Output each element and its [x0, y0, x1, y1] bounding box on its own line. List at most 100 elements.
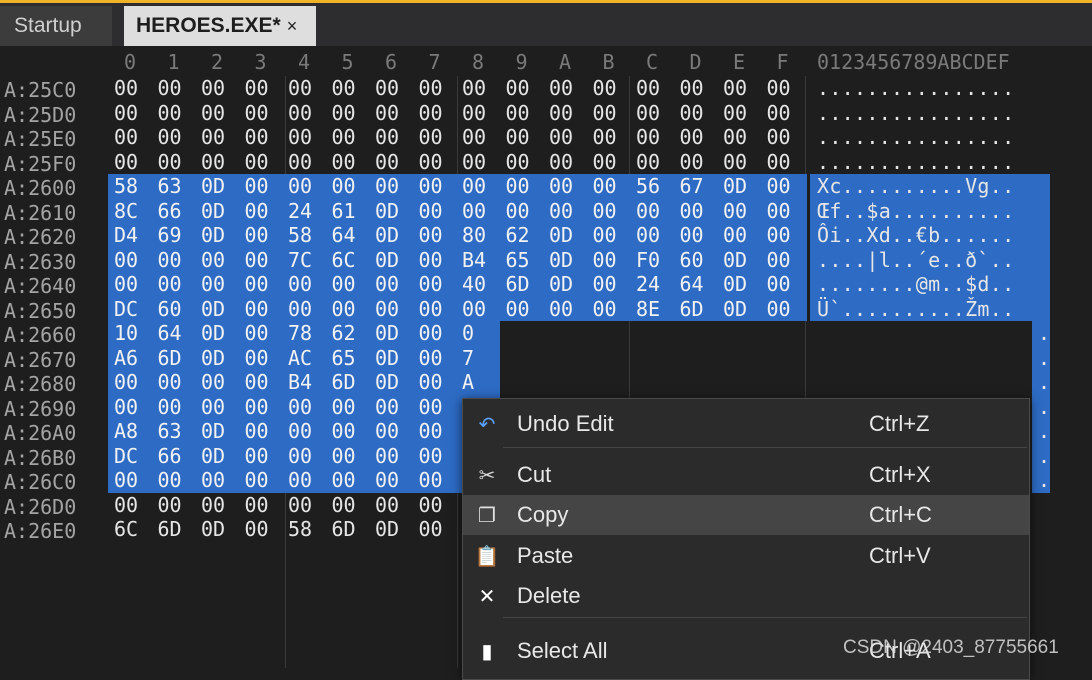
hex-byte[interactable]: 00: [325, 394, 370, 419]
hex-byte[interactable]: 00: [325, 419, 370, 444]
hex-byte[interactable]: 58: [282, 223, 326, 248]
hex-byte[interactable]: F0: [630, 247, 674, 272]
hex-byte[interactable]: 00: [500, 101, 544, 126]
hex-byte[interactable]: 0D: [195, 443, 239, 468]
hex-byte[interactable]: 0D: [195, 198, 239, 223]
hex-byte[interactable]: 00: [282, 296, 326, 321]
hex-byte[interactable]: 00: [413, 125, 457, 150]
hex-byte[interactable]: 00: [152, 125, 196, 150]
hex-byte[interactable]: 00: [108, 394, 152, 419]
hex-byte[interactable]: 0D: [195, 296, 239, 321]
hex-byte[interactable]: 6D: [499, 272, 544, 297]
hex-byte[interactable]: 00: [195, 272, 239, 297]
hex-byte[interactable]: 00: [282, 394, 326, 419]
hex-byte[interactable]: 00: [673, 198, 718, 223]
hex-byte[interactable]: 00: [325, 272, 370, 297]
hex-byte[interactable]: 0D: [195, 174, 239, 199]
hex-byte[interactable]: 6D: [325, 370, 370, 395]
hex-byte[interactable]: 00: [326, 125, 370, 150]
hex-byte[interactable]: 00: [152, 76, 196, 101]
hex-byte[interactable]: 00: [630, 150, 674, 175]
hex-byte[interactable]: 0D: [717, 272, 761, 297]
ascii-text[interactable]: Xc..........Vg..: [810, 174, 1050, 199]
hex-byte[interactable]: 00: [151, 394, 196, 419]
hex-byte[interactable]: 00: [412, 247, 457, 272]
ascii-text[interactable]: .: [1032, 370, 1050, 395]
hex-byte[interactable]: 6C: [108, 517, 152, 542]
hex-byte[interactable]: 00: [412, 223, 457, 248]
hex-byte[interactable]: 00: [717, 198, 761, 223]
hex-byte[interactable]: 00: [239, 76, 283, 101]
hex-byte[interactable]: 00: [456, 150, 500, 175]
hex-byte[interactable]: 00: [543, 198, 587, 223]
hex-byte[interactable]: 00: [717, 76, 761, 101]
ascii-text[interactable]: ................: [810, 101, 1050, 126]
hex-byte[interactable]: 00: [238, 223, 283, 248]
hex-byte[interactable]: 00: [326, 101, 370, 126]
hex-byte[interactable]: 0D: [195, 345, 239, 370]
hex-byte[interactable]: A8: [108, 419, 152, 444]
hex-byte[interactable]: 00: [238, 247, 283, 272]
hex-byte[interactable]: 00: [238, 321, 283, 346]
hex-byte[interactable]: 00: [239, 493, 283, 518]
hex-byte[interactable]: 00: [413, 101, 457, 126]
ascii-text[interactable]: ................: [810, 125, 1050, 150]
hex-byte[interactable]: 56: [630, 174, 674, 199]
hex-byte[interactable]: 00: [195, 101, 239, 126]
hex-byte[interactable]: 24: [630, 272, 674, 297]
hex-byte[interactable]: 00: [238, 272, 283, 297]
hex-byte[interactable]: 62: [499, 223, 544, 248]
hex-byte[interactable]: 60: [151, 296, 196, 321]
hex-byte[interactable]: 00: [282, 443, 326, 468]
hex-byte[interactable]: 66: [151, 443, 196, 468]
hex-byte[interactable]: 00: [152, 493, 196, 518]
ascii-text[interactable]: .: [1032, 468, 1050, 493]
hex-byte[interactable]: 00: [195, 493, 239, 518]
hex-byte[interactable]: 00: [587, 76, 631, 101]
hex-byte[interactable]: 0D: [195, 321, 239, 346]
hex-byte[interactable]: 00: [760, 223, 807, 248]
hex-byte[interactable]: 00: [412, 468, 457, 493]
hex-byte[interactable]: 00: [195, 394, 239, 419]
hex-byte[interactable]: 00: [586, 247, 631, 272]
hex-byte[interactable]: 00: [369, 174, 413, 199]
hex-byte[interactable]: 00: [326, 493, 370, 518]
tab-heroes-exe[interactable]: HEROES.EXE* ×: [124, 6, 316, 46]
hex-byte[interactable]: 00: [412, 174, 457, 199]
hex-byte[interactable]: 00: [543, 296, 587, 321]
hex-byte[interactable]: D4: [108, 223, 152, 248]
hex-byte[interactable]: 00: [326, 76, 370, 101]
hex-byte[interactable]: 24: [282, 198, 326, 223]
hex-byte[interactable]: 0D: [543, 272, 587, 297]
hex-byte[interactable]: 00: [325, 468, 370, 493]
hex-byte[interactable]: 00: [282, 419, 326, 444]
hex-byte[interactable]: 00: [456, 101, 500, 126]
hex-byte[interactable]: 64: [325, 223, 370, 248]
hex-byte[interactable]: 00: [369, 125, 413, 150]
hex-byte[interactable]: 0: [456, 321, 500, 346]
hex-byte[interactable]: 65: [325, 345, 370, 370]
hex-byte[interactable]: 00: [238, 468, 283, 493]
hex-byte[interactable]: 0D: [369, 247, 413, 272]
ascii-text[interactable]: .: [1032, 394, 1050, 419]
hex-byte[interactable]: 0D: [195, 223, 239, 248]
hex-byte[interactable]: 00: [499, 174, 544, 199]
hex-byte[interactable]: 64: [151, 321, 196, 346]
hex-byte[interactable]: 00: [760, 272, 807, 297]
hex-byte[interactable]: 6D: [151, 345, 196, 370]
hex-byte[interactable]: 00: [674, 101, 718, 126]
hex-byte[interactable]: 00: [282, 272, 326, 297]
hex-byte[interactable]: 00: [325, 296, 370, 321]
hex-byte[interactable]: B4: [456, 247, 500, 272]
menu-item-undo-edit[interactable]: ↶ Undo Edit Ctrl+Z: [463, 404, 1029, 444]
hex-byte[interactable]: 00: [369, 76, 413, 101]
hex-byte[interactable]: 10: [108, 321, 152, 346]
hex-byte[interactable]: 00: [282, 76, 326, 101]
menu-item-copy[interactable]: ❐ Copy Ctrl+C: [463, 495, 1029, 535]
hex-byte[interactable]: 0D: [195, 517, 239, 542]
hex-byte[interactable]: 00: [586, 223, 631, 248]
hex-byte[interactable]: 00: [238, 419, 283, 444]
hex-byte[interactable]: 6D: [326, 517, 370, 542]
hex-byte[interactable]: 63: [151, 419, 196, 444]
hex-byte[interactable]: 00: [500, 76, 544, 101]
